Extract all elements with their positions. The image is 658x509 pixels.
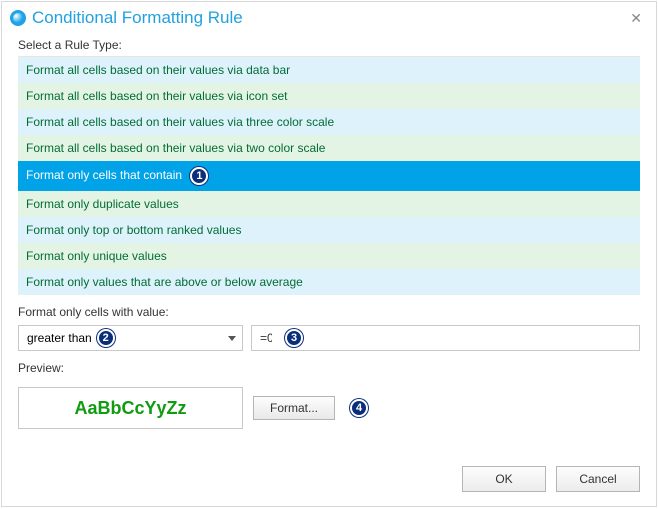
format-button-label: Format... xyxy=(270,401,318,415)
close-icon[interactable]: ✕ xyxy=(624,10,648,27)
rule-type-item-selected[interactable]: Format only cells that contain 1 xyxy=(18,161,640,191)
cancel-button[interactable]: Cancel xyxy=(556,466,640,492)
rule-type-item-label: Format only cells that contain xyxy=(26,168,182,182)
chevron-down-icon xyxy=(228,336,236,341)
dialog-body: Select a Rule Type: Format all cells bas… xyxy=(2,38,656,452)
ok-button-label: OK xyxy=(495,472,512,486)
callout-marker-2: 2 xyxy=(97,329,115,347)
rule-type-item-label: Format all cells based on their values v… xyxy=(26,141,325,155)
rule-type-item[interactable]: Format all cells based on their values v… xyxy=(18,83,640,109)
rule-type-item[interactable]: Format only values that are above or bel… xyxy=(18,269,640,295)
value-input[interactable] xyxy=(252,326,280,350)
ok-button[interactable]: OK xyxy=(462,466,546,492)
rule-type-item[interactable]: Format all cells based on their values v… xyxy=(18,109,640,135)
select-rule-type-label: Select a Rule Type: xyxy=(18,38,640,52)
titlebar: Conditional Formatting Rule ✕ xyxy=(2,2,656,38)
preview-sample-text: AaBbCcYyZz xyxy=(74,398,186,419)
callout-marker-4: 4 xyxy=(350,399,368,417)
rule-type-item[interactable]: Format only duplicate values xyxy=(18,191,640,217)
cancel-button-label: Cancel xyxy=(579,472,616,486)
operator-combobox[interactable]: greater than 2 xyxy=(18,325,243,351)
app-icon xyxy=(10,10,26,26)
rule-type-item-label: Format all cells based on their values v… xyxy=(26,63,290,77)
condition-row: greater than 2 3 xyxy=(18,325,640,351)
rule-type-item-label: Format all cells based on their values v… xyxy=(26,89,287,103)
rule-type-item[interactable]: Format all cells based on their values v… xyxy=(18,57,640,83)
operator-value: greater than xyxy=(27,331,92,345)
rule-type-item-label: Format only duplicate values xyxy=(26,197,179,211)
dialog-footer: OK Cancel xyxy=(2,452,656,506)
callout-marker-3: 3 xyxy=(285,329,303,347)
rule-type-item[interactable]: Format all cells based on their values v… xyxy=(18,135,640,161)
format-only-cells-label: Format only cells with value: xyxy=(18,305,640,319)
value-input-wrapper: 3 xyxy=(251,325,640,351)
rule-type-item-label: Format only unique values xyxy=(26,249,167,263)
rule-type-item-label: Format only values that are above or bel… xyxy=(26,275,303,289)
preview-box: AaBbCcYyZz xyxy=(18,387,243,429)
dialog-window: Conditional Formatting Rule ✕ Select a R… xyxy=(1,1,657,507)
preview-label: Preview: xyxy=(18,361,640,375)
rule-type-item-label: Format all cells based on their values v… xyxy=(26,115,334,129)
dialog-title: Conditional Formatting Rule xyxy=(32,8,624,28)
callout-marker-1: 1 xyxy=(190,167,208,185)
rule-type-item[interactable]: Format only unique values xyxy=(18,243,640,269)
rule-type-list: Format all cells based on their values v… xyxy=(18,56,640,295)
preview-row: AaBbCcYyZz Format... 4 xyxy=(18,387,640,429)
rule-type-item[interactable]: Format only top or bottom ranked values xyxy=(18,217,640,243)
format-button[interactable]: Format... xyxy=(253,396,335,420)
rule-type-item-label: Format only top or bottom ranked values xyxy=(26,223,241,237)
